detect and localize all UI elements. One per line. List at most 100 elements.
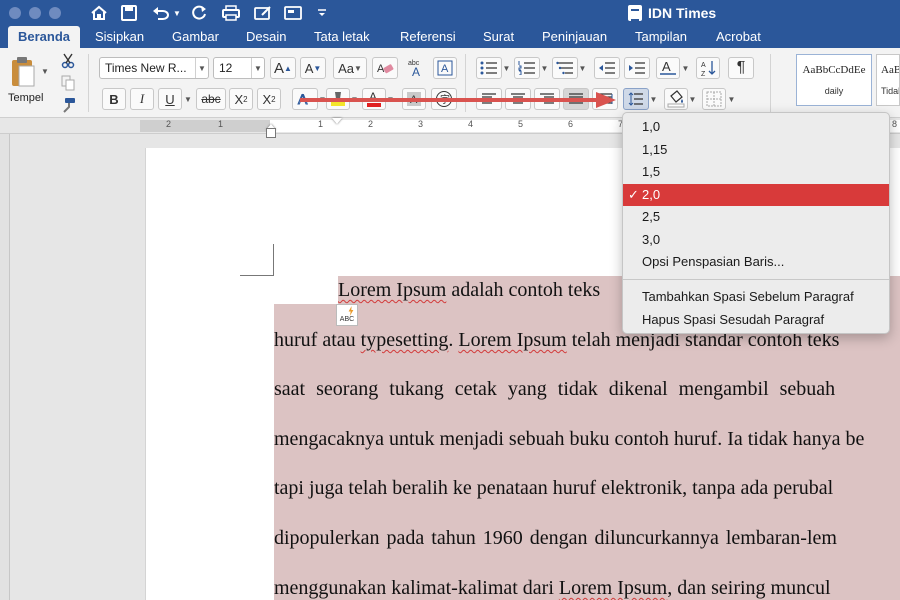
tab-sisipkan[interactable]: Sisipkan [95, 26, 144, 48]
shrink-font-label: A [304, 60, 314, 76]
left-indent-handle-icon[interactable] [266, 128, 276, 138]
tab-referensi[interactable]: Referensi [400, 26, 456, 48]
character-border-button[interactable]: A [433, 57, 457, 79]
borders-dropdown-icon[interactable]: ▼ [727, 88, 736, 110]
spelling-check-button[interactable]: ABC [336, 304, 358, 326]
sort-rtl-button[interactable]: A [656, 57, 680, 79]
menu-item-2-0[interactable]: ✓ 2,0 [623, 184, 889, 206]
multilevel-list-button[interactable] [552, 57, 578, 79]
increase-indent-button[interactable] [624, 57, 650, 79]
tab-beranda[interactable]: Beranda [8, 26, 81, 48]
underline-dropdown-icon[interactable]: ▼ [183, 88, 193, 110]
line-spacing-button[interactable] [623, 88, 649, 110]
font-size-dropdown[interactable]: 12 ▼ [213, 57, 265, 79]
phonetic-guide-icon: abcA [408, 60, 420, 78]
customize-toolbar-icon[interactable] [316, 3, 328, 23]
svg-text:A: A [441, 63, 449, 75]
menu-item-1-15[interactable]: 1,15 [623, 139, 889, 161]
edit-document-icon[interactable] [252, 3, 274, 23]
superscript-button[interactable]: X2 [257, 88, 281, 110]
style-daily[interactable]: AaBbCcDdEe daily [796, 54, 872, 106]
grow-font-button[interactable]: A ▲ [270, 57, 296, 79]
bold-button[interactable]: B [102, 88, 126, 110]
tab-tata-letak[interactable]: Tata letak [314, 26, 370, 48]
strikethrough-button[interactable]: abc [196, 88, 226, 110]
paragraph-line[interactable]: Lorem Ipsum adalah contoh teks [338, 279, 600, 302]
phonetic-guide-button[interactable]: abc A [403, 56, 429, 80]
change-case-button[interactable]: Aa ▼ [333, 57, 367, 79]
shading-button[interactable] [664, 88, 688, 110]
menu-item-1-5[interactable]: 1,5 [623, 161, 889, 183]
text-direction-dropdown-icon[interactable]: ▼ [681, 57, 690, 79]
close-window-button[interactable] [9, 7, 21, 19]
ruler-number: 2 [368, 119, 374, 129]
undo-dropdown-icon[interactable]: ▼ [173, 3, 181, 23]
text-run: tapi juga telah beralih ke penataan huru… [274, 477, 834, 499]
margin-crop-mark [240, 244, 274, 276]
subscript-button[interactable]: X2 [229, 88, 253, 110]
sort-button[interactable]: AZ [696, 57, 720, 79]
text-direction-icon: A [660, 60, 676, 75]
svg-text:A: A [701, 62, 706, 69]
numbering-button[interactable] [514, 57, 540, 79]
redo-icon[interactable] [188, 3, 210, 23]
shading-dropdown-icon[interactable]: ▼ [688, 88, 697, 110]
misspelled-word[interactable]: Lorem Ipsum [559, 577, 667, 599]
first-line-indent-icon[interactable] [332, 118, 342, 124]
decrease-indent-button[interactable] [594, 57, 620, 79]
multilevel-list-dropdown-icon[interactable]: ▼ [578, 57, 587, 79]
line-spacing-menu: 1,0 1,15 1,5 ✓ 2,0 2,5 3,0 Opsi Penspasi… [622, 112, 890, 334]
cut-icon[interactable] [58, 52, 78, 70]
save-icon[interactable] [118, 3, 140, 23]
menu-item-line-spacing-options[interactable]: Opsi Penspasian Baris... [623, 251, 889, 273]
text-run: huruf atau [274, 329, 361, 351]
paragraph-line[interactable]: menggunakan kalimat-kalimat dari Lorem I… [274, 577, 831, 600]
show-formatting-button[interactable]: ¶ [728, 57, 754, 79]
bullets-dropdown-icon[interactable]: ▼ [502, 57, 511, 79]
vertical-ruler[interactable] [0, 134, 10, 600]
misspelled-word[interactable]: typesetting [361, 329, 449, 351]
character-border-icon: A [437, 60, 453, 76]
bullets-button[interactable] [476, 57, 502, 79]
paragraph-line[interactable]: tapi juga telah beralih ke penataan huru… [274, 477, 833, 500]
font-name-dropdown[interactable]: Times New R... ▼ [99, 57, 209, 79]
misspelled-word[interactable]: Lorem Ipsum [338, 279, 446, 301]
minimize-window-button[interactable] [29, 7, 41, 19]
misspelled-word[interactable]: Lorem Ipsum [458, 329, 566, 351]
tab-desain[interactable]: Desain [246, 26, 286, 48]
format-painter-icon[interactable] [58, 96, 78, 114]
tab-peninjauan[interactable]: Peninjauan [542, 26, 607, 48]
line-spacing-dropdown-icon[interactable]: ▼ [649, 88, 658, 110]
home-icon[interactable] [88, 3, 110, 23]
menu-item-add-space-before[interactable]: Tambahkan Spasi Sebelum Paragraf [623, 286, 889, 308]
paragraph-line[interactable]: saat seorang tukang cetak yang tidak dik… [274, 378, 835, 401]
style-tidak[interactable]: AaBbC Tidak [876, 54, 900, 106]
menu-item-3-0[interactable]: 3,0 [623, 229, 889, 251]
menu-item-remove-space-after[interactable]: Hapus Spasi Sesudah Paragraf [623, 309, 889, 331]
screen-icon[interactable] [282, 3, 304, 23]
clear-formatting-button[interactable]: A [372, 57, 398, 79]
zoom-window-button[interactable] [49, 7, 61, 19]
tab-surat[interactable]: Surat [483, 26, 514, 48]
print-icon[interactable] [220, 3, 242, 23]
underline-button[interactable]: U [158, 88, 182, 110]
copy-icon[interactable] [58, 74, 78, 92]
tab-gambar[interactable]: Gambar [172, 26, 219, 48]
paste-button[interactable] [6, 54, 40, 90]
menu-item-2-5[interactable]: 2,5 [623, 206, 889, 228]
decrease-indent-icon [599, 62, 615, 74]
paste-dropdown-icon[interactable]: ▼ [40, 64, 50, 78]
menu-item-1-0[interactable]: 1,0 [623, 116, 889, 138]
italic-button[interactable]: I [130, 88, 154, 110]
increase-indent-icon [629, 62, 645, 74]
paragraph-line[interactable]: mengacaknya untuk menjadi sebuah buku co… [274, 428, 864, 451]
svg-text:A: A [412, 65, 420, 78]
undo-icon[interactable] [150, 3, 172, 23]
tab-tampilan[interactable]: Tampilan [635, 26, 687, 48]
tab-acrobat[interactable]: Acrobat [716, 26, 761, 48]
paragraph-line[interactable]: dipopulerkan pada tahun 1960 dengan dilu… [274, 527, 837, 550]
borders-button[interactable] [702, 88, 726, 110]
paste-label: Tempel [8, 92, 44, 104]
numbering-dropdown-icon[interactable]: ▼ [540, 57, 549, 79]
shrink-font-button[interactable]: A ▼ [300, 57, 326, 79]
